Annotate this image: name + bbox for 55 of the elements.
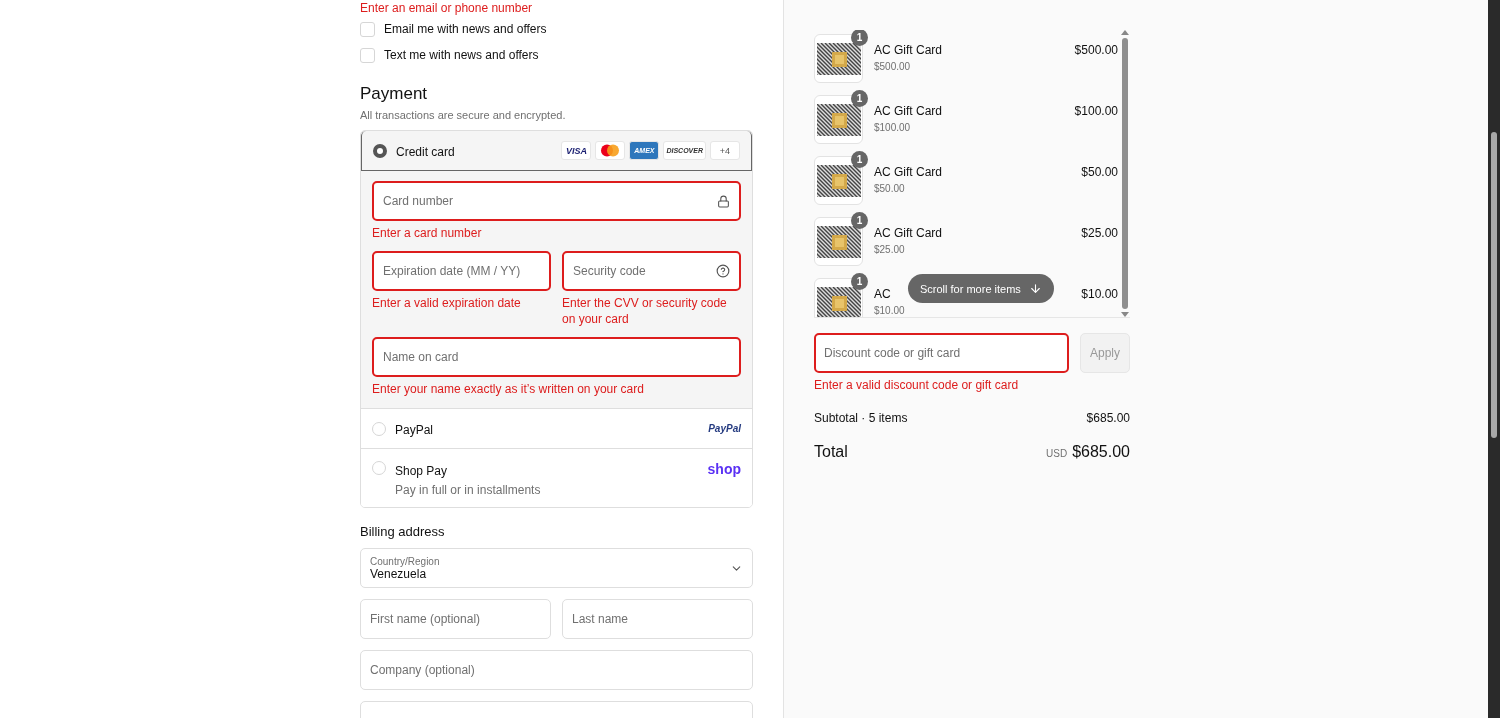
paypal-logo: PayPal — [708, 423, 741, 434]
input-field[interactable]: Last name — [562, 599, 753, 639]
shop-pay-logo: shop — [707, 461, 741, 477]
input-field[interactable]: Name on card — [372, 337, 741, 377]
item-price: $500.00 — [1074, 43, 1118, 59]
total-label: Total — [814, 443, 848, 461]
quantity-badge: 1 — [851, 212, 868, 229]
quantity-badge: 1 — [851, 151, 868, 168]
section-title: Payment — [360, 84, 429, 104]
quantity-badge: 1 — [851, 90, 868, 107]
error-message: Enter an email or phone number — [360, 0, 534, 16]
currency-code: USD — [1046, 448, 1068, 459]
item-price: $25.00 — [1081, 226, 1118, 242]
item-name: AC Gift Card — [874, 43, 942, 57]
item-unit-price: $50.00 — [874, 183, 906, 194]
item-price: $50.00 — [1081, 165, 1118, 181]
section-title: Billing address — [360, 524, 446, 539]
item-unit-price: $10.00 — [874, 305, 905, 316]
country-select[interactable]: Country/Region Venezuela — [360, 548, 753, 588]
input-field[interactable]: Company (optional) — [360, 650, 753, 690]
item-name: AC — [874, 287, 892, 301]
input-field[interactable]: Card number — [372, 181, 741, 221]
error-message: Enter your name exactly as it’s written on your card — [372, 381, 645, 397]
option-label: Shop Pay — [395, 464, 448, 478]
item-unit-price: $500.00 — [874, 61, 912, 72]
scroll-hint-button[interactable]: Scroll for more items — [908, 274, 1054, 303]
item-unit-price: $25.00 — [874, 244, 906, 255]
total-value: $685.00 — [1072, 443, 1130, 460]
subtotal-label: Subtotal · 5 items — [814, 411, 908, 425]
item-name: AC Gift Card — [874, 165, 942, 179]
quantity-badge: 1 — [851, 273, 868, 290]
quantity-badge: 1 — [851, 30, 868, 46]
item-price: $100.00 — [1074, 104, 1118, 120]
error-message: Enter the CVV or security code on your card — [562, 295, 728, 327]
discount-field[interactable]: Discount code or gift card — [814, 333, 1069, 373]
option-note: Pay in full or in installments — [395, 483, 541, 497]
payment-option[interactable]: Shop Pay Pay in full or in installments shop — [361, 448, 752, 507]
item-name: AC Gift Card — [874, 226, 942, 240]
item-name: AC Gift Card — [874, 104, 942, 118]
input-field[interactable]: First name (optional) — [360, 599, 551, 639]
more-brands-badge: +4 — [710, 141, 740, 160]
input-field[interactable]: Security code — [562, 251, 741, 291]
section-subtitle: All transactions are secure and encrypted. — [360, 109, 567, 121]
input-field[interactable]: Expiration date (MM / YY) — [372, 251, 551, 291]
subtotal-value: $685.00 — [1086, 411, 1130, 425]
option-label: PayPal — [395, 422, 434, 437]
checkbox-label: Text me with news and offers — [384, 48, 539, 62]
option-label: Credit card — [396, 144, 455, 159]
item-price: $10.00 — [1081, 287, 1118, 303]
item-unit-price: $100.00 — [874, 122, 912, 133]
visa-logo: VISA — [561, 141, 592, 160]
error-message: Enter a valid discount code or gift card — [814, 377, 1020, 393]
error-message: Enter a card number — [372, 225, 483, 241]
checkbox-label: Email me with news and offers — [384, 22, 547, 36]
error-message: Enter a valid expiration date — [372, 295, 522, 311]
